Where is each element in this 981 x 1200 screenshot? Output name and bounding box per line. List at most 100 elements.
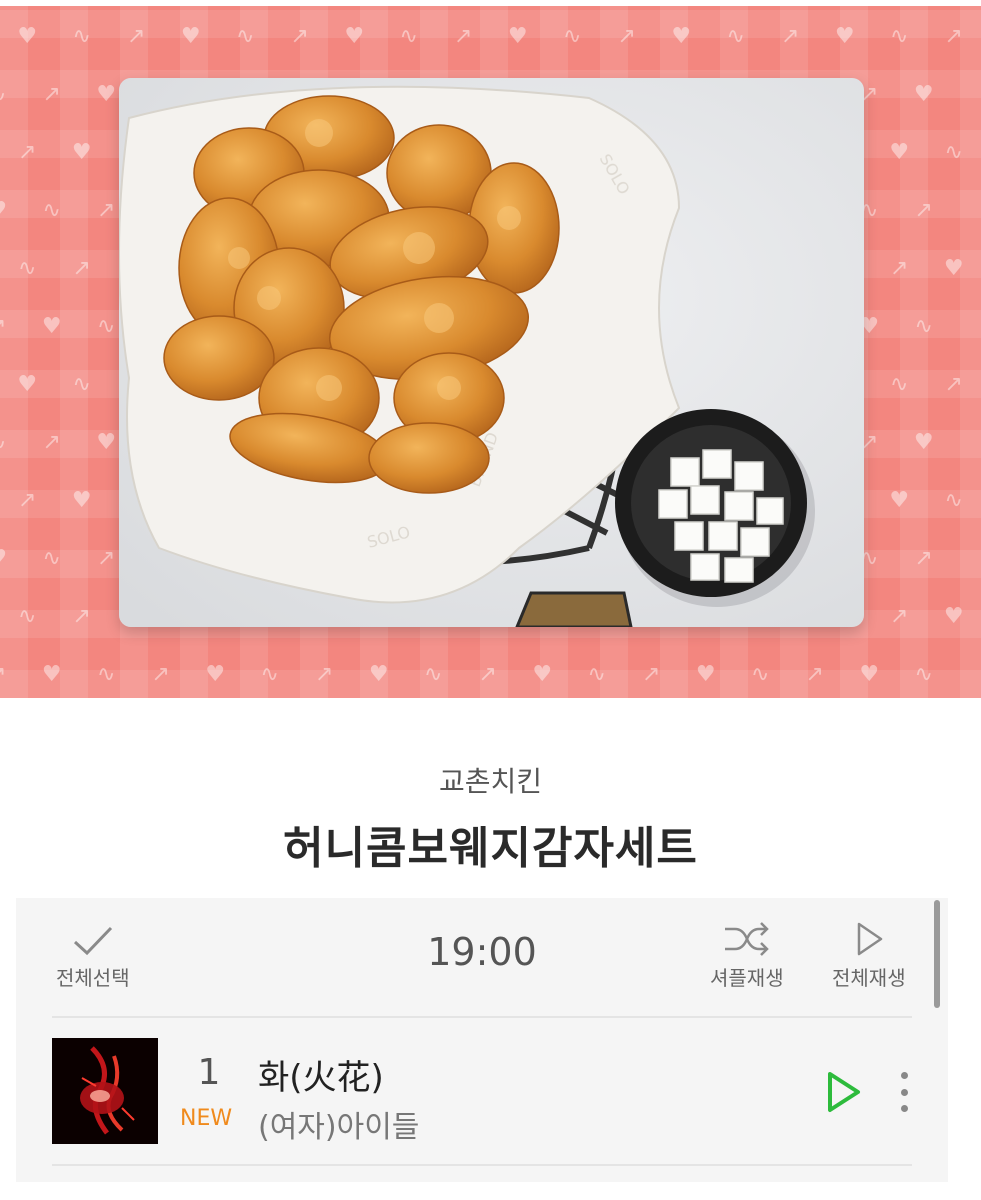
playlist-cover-image: SOLO SOLO BRAND xyxy=(119,78,864,627)
more-dot xyxy=(900,1088,908,1096)
album-art[interactable] xyxy=(52,1038,158,1144)
heartbeat-icon: ∿ xyxy=(97,661,116,687)
shuffle-play-button[interactable]: 셔플재생 xyxy=(710,920,784,991)
heart-letter-icon: ♥ xyxy=(943,255,964,281)
heartbeat-icon: ∿ xyxy=(399,23,418,49)
heart-letter-icon: ♥ xyxy=(671,23,692,49)
heartbeat-icon: ∿ xyxy=(18,255,37,281)
arrow-icon: ↗ xyxy=(914,197,933,223)
heart-letter-icon: ♥ xyxy=(71,487,92,513)
heart-letter-icon: ♥ xyxy=(41,661,62,687)
track-row[interactable]: 1 NEW 화(火花) (여자)아이들 xyxy=(16,1020,948,1160)
play-all-button[interactable]: 전체재생 xyxy=(832,920,906,991)
arrow-icon: ↗ xyxy=(890,255,909,281)
heart-letter-icon: ♥ xyxy=(943,603,964,629)
heart-letter-icon: ♥ xyxy=(859,661,880,687)
heartbeat-icon: ∿ xyxy=(890,371,909,397)
heart-letter-icon: ♥ xyxy=(889,139,910,165)
arrow-icon: ↗ xyxy=(454,23,473,49)
arrow-icon: ↗ xyxy=(127,23,146,49)
arrow-icon: ↗ xyxy=(781,23,800,49)
arrow-icon: ↗ xyxy=(478,661,497,687)
heartbeat-icon: ∿ xyxy=(42,197,61,223)
pattern-row: ♥ ∿ ↗ ♥ ∿ ↗ ♥ ∿ ↗ ♥ ∿ ↗ ♥ ∿ ↗ ♥ ∿ ↗ xyxy=(0,6,981,66)
heart-letter-icon: ♥ xyxy=(71,139,92,165)
track-title[interactable]: 화(火花) xyxy=(258,1050,384,1099)
playlist-title: 허니콤보웨지감자세트 xyxy=(283,823,698,874)
play-outline-icon xyxy=(857,922,883,956)
heart-letter-icon: ♥ xyxy=(41,313,62,339)
heartbeat-icon: ∿ xyxy=(944,139,963,165)
shuffle-icon xyxy=(724,922,769,956)
arrow-icon: ↗ xyxy=(642,661,661,687)
heart-letter-icon: ♥ xyxy=(695,661,716,687)
arrow-icon: ↗ xyxy=(914,545,933,571)
heartbeat-icon: ∿ xyxy=(890,23,909,49)
heart-letter-icon: ♥ xyxy=(913,429,934,455)
arrow-icon: ↗ xyxy=(42,429,61,455)
arrow-icon: ↗ xyxy=(18,487,37,513)
divider xyxy=(52,1016,912,1018)
arrow-icon: ↗ xyxy=(151,661,170,687)
heart-letter-icon: ♥ xyxy=(834,23,855,49)
heart-letter-icon: ♥ xyxy=(0,528,25,588)
divider xyxy=(52,1164,912,1166)
arrow-icon: ↗ xyxy=(617,23,636,49)
total-duration: 19:00 xyxy=(427,930,537,974)
arrow-icon: ↗ xyxy=(0,296,25,356)
heartbeat-icon: ∿ xyxy=(587,661,606,687)
heartbeat-icon: ∿ xyxy=(0,64,25,124)
heartbeat-icon: ∿ xyxy=(726,23,745,49)
heartbeat-icon: ∿ xyxy=(72,371,91,397)
header-banner: ♥∿↗♥∿↗♥∿↗♥∿↗♥∿↗♥∿↗∿↗♥∿↗♥∿↗♥∿↗♥∿↗♥∿↗♥↗♥∿↗… xyxy=(0,6,981,698)
arrow-icon: ↗ xyxy=(315,661,334,687)
arrow-icon: ↗ xyxy=(0,644,25,698)
heartbeat-icon: ∿ xyxy=(18,603,37,629)
arrow-icon: ↗ xyxy=(18,139,37,165)
heart-letter-icon: ♥ xyxy=(180,23,201,49)
heart-letter-icon: ♥ xyxy=(507,23,528,49)
track-play-button[interactable] xyxy=(824,1070,864,1114)
play-icon xyxy=(828,1072,860,1112)
heartbeat-icon: ∿ xyxy=(914,313,933,339)
heart-letter-icon: ♥ xyxy=(0,180,25,240)
arrow-icon: ↗ xyxy=(72,255,91,281)
track-rank: 1 xyxy=(197,1052,221,1093)
track-more-button[interactable] xyxy=(894,1072,914,1112)
pattern-row: ↗ ♥ ∿ ↗ ♥ ∿ ↗ ♥ ∿ ↗ ♥ ∿ ↗ ♥ ∿ ↗ ♥ ∿ xyxy=(0,644,951,698)
heart-letter-icon: ♥ xyxy=(344,23,365,49)
heartbeat-icon: ∿ xyxy=(236,23,255,49)
album-art-image xyxy=(52,1038,158,1144)
heart-letter-icon: ♥ xyxy=(17,23,38,49)
heart-letter-icon: ♥ xyxy=(532,661,553,687)
track-artist[interactable]: (여자)아이들 xyxy=(258,1102,419,1146)
heart-letter-icon: ♥ xyxy=(17,371,38,397)
heartbeat-icon: ∿ xyxy=(260,661,279,687)
heart-letter-icon: ♥ xyxy=(368,661,389,687)
heartbeat-icon: ∿ xyxy=(42,545,61,571)
heartbeat-icon: ∿ xyxy=(944,487,963,513)
heart-letter-icon: ♥ xyxy=(913,81,934,107)
play-all-label: 전체재생 xyxy=(832,966,906,990)
heart-letter-icon: ♥ xyxy=(889,487,910,513)
heartbeat-icon: ∿ xyxy=(0,412,25,472)
arrow-icon: ↗ xyxy=(72,603,91,629)
arrow-icon: ↗ xyxy=(890,603,909,629)
heartbeat-icon: ∿ xyxy=(424,661,443,687)
arrow-icon: ↗ xyxy=(805,661,824,687)
more-dot xyxy=(900,1105,908,1112)
heart-letter-icon: ♥ xyxy=(205,661,226,687)
heartbeat-icon: ∿ xyxy=(72,23,91,49)
new-badge: NEW xyxy=(180,1106,233,1131)
heartbeat-icon: ∿ xyxy=(914,661,933,687)
playlist-brand: 교촌치킨 xyxy=(438,765,543,798)
arrow-icon: ↗ xyxy=(944,371,963,397)
arrow-icon: ↗ xyxy=(290,23,309,49)
arrow-icon: ↗ xyxy=(42,81,61,107)
heartbeat-icon: ∿ xyxy=(751,661,770,687)
heartbeat-icon: ∿ xyxy=(563,23,582,49)
shuffle-play-label: 셔플재생 xyxy=(710,966,784,990)
arrow-icon: ↗ xyxy=(944,23,963,49)
more-dot xyxy=(900,1072,908,1079)
playlist-panel: 전체선택 19:00 셔플재생 전체재생 1 NEW 화(火花) (여자)아이들 xyxy=(16,898,948,1182)
